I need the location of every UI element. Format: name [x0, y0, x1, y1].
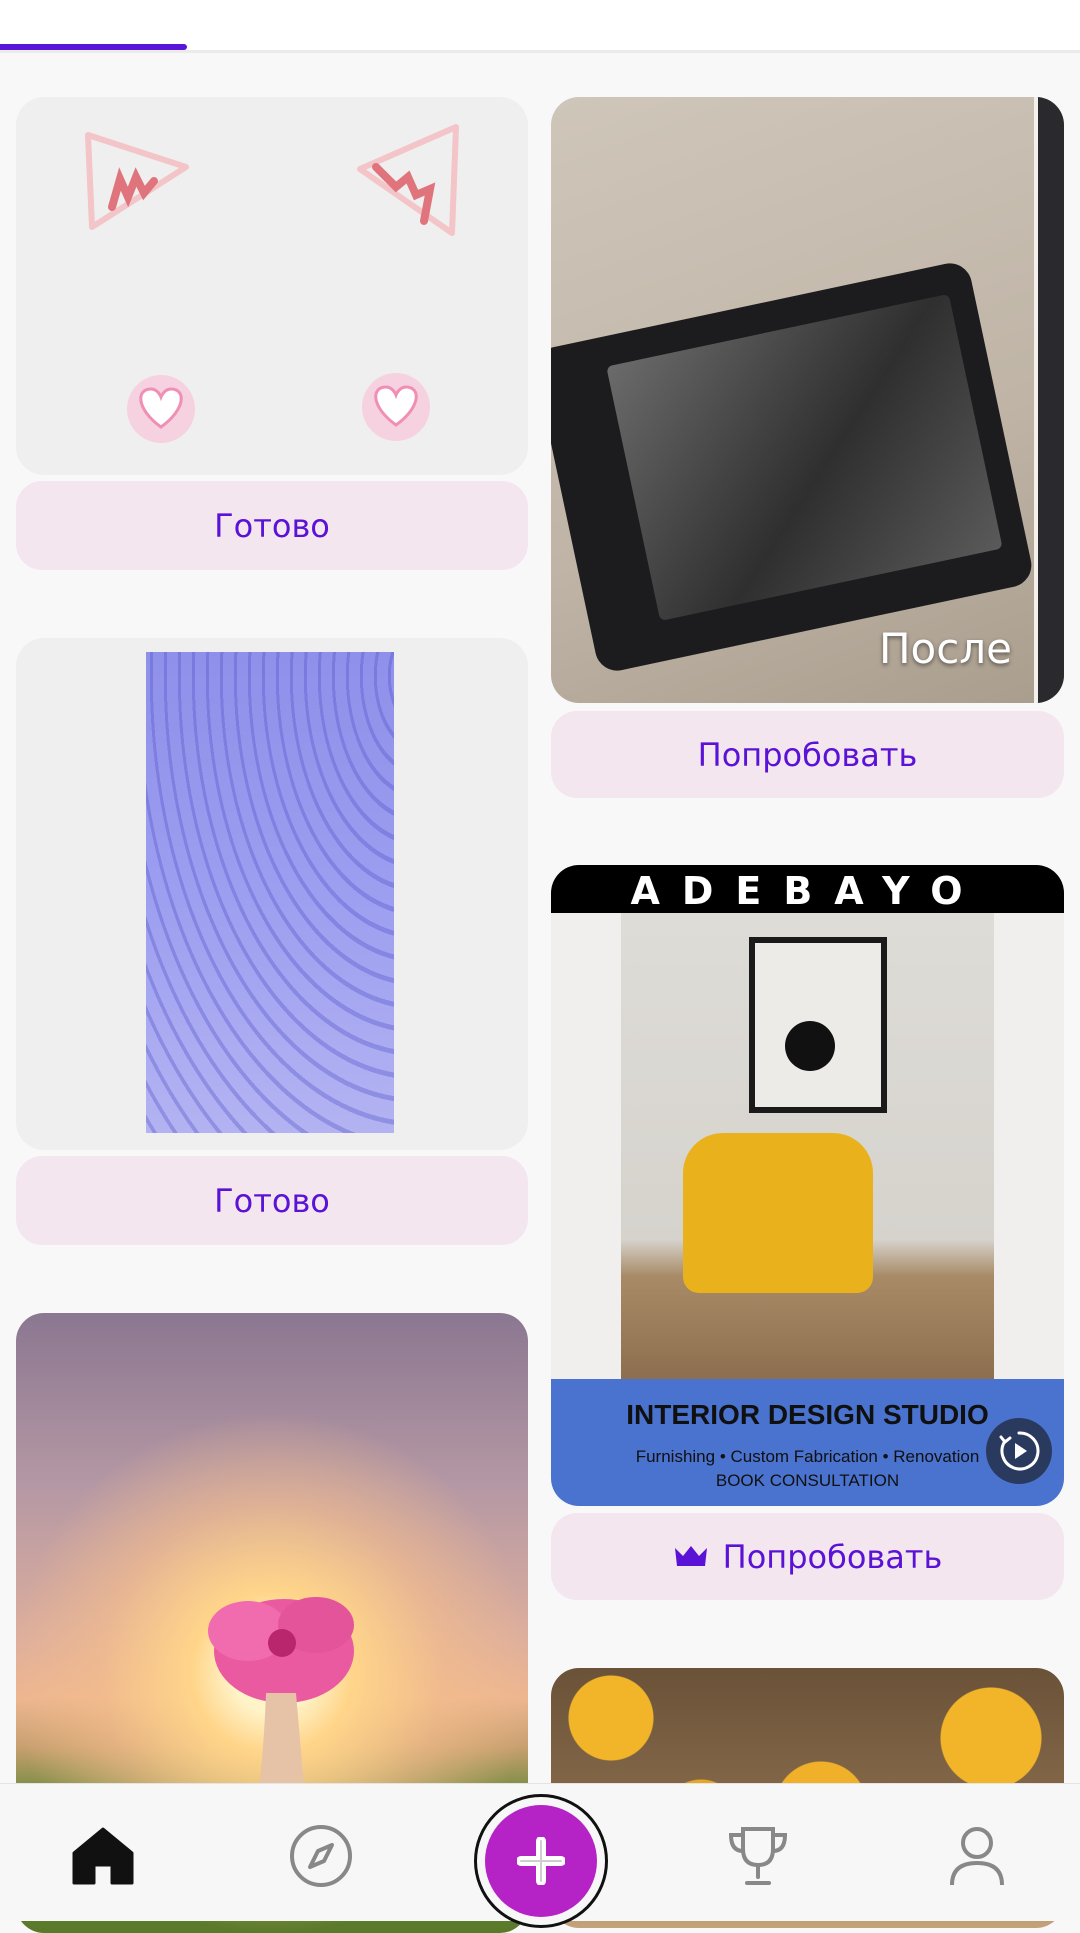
room-image: [621, 913, 994, 1379]
nav-profile[interactable]: [937, 1816, 1017, 1896]
blue-pattern-card[interactable]: [16, 638, 528, 1150]
cat-ears-sticker-image: [85, 124, 459, 443]
plus-icon: [517, 1837, 565, 1885]
brand-title: ADEBAYO: [551, 865, 1064, 913]
nav-challenges[interactable]: [718, 1816, 798, 1896]
done-button-1[interactable]: Готово: [16, 481, 528, 570]
cat-ears-card[interactable]: [16, 97, 528, 475]
interior-cta: BOOK CONSULTATION: [715, 1471, 900, 1490]
next-slide-edge: [1034, 97, 1064, 703]
crown-icon: [674, 1545, 707, 1566]
nav-explore[interactable]: [281, 1816, 361, 1896]
try-premium-button[interactable]: Попробовать: [551, 1513, 1064, 1600]
blue-pattern-image: [146, 652, 394, 1133]
after-label: После: [878, 624, 1012, 673]
interior-heading: INTERIOR DESIGN STUDIO: [626, 1399, 989, 1430]
interior-design-card[interactable]: ADEBAYO INTERIOR DESIGN STUDIO Furnishin…: [551, 865, 1064, 1506]
vcr-device-frame: [551, 259, 1036, 675]
compass-icon: [290, 1825, 352, 1887]
active-tab-indicator: [0, 44, 187, 50]
try-button-1[interactable]: Попробовать: [551, 711, 1064, 798]
wall-art: [749, 937, 887, 1113]
nav-home[interactable]: [63, 1816, 143, 1896]
trophy-icon: [728, 1827, 788, 1885]
home-icon: [72, 1827, 134, 1885]
create-fab: [485, 1805, 597, 1917]
user-icon: [950, 1827, 1004, 1886]
done-button-2[interactable]: Готово: [16, 1156, 528, 1245]
bottom-navigation: [0, 1783, 1080, 1928]
try-premium-label: Попробовать: [722, 1537, 943, 1576]
portrait-screen: [606, 293, 1003, 621]
play-icon[interactable]: [986, 1418, 1052, 1484]
photo-frame-card[interactable]: После: [551, 97, 1064, 703]
yellow-chair: [683, 1133, 873, 1293]
create-button[interactable]: [474, 1794, 608, 1928]
top-tab-bar: [0, 0, 1080, 53]
